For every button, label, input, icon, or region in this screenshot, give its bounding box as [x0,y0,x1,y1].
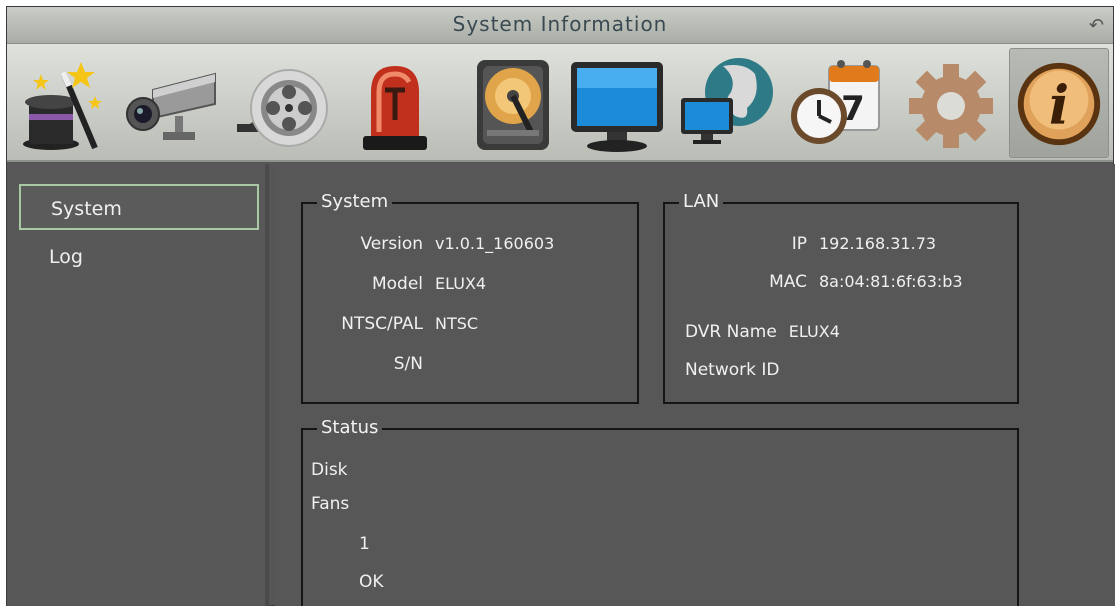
serial-number-row: S/N [309,354,435,374]
ntsc-pal-label: NTSC/PAL [341,314,423,334]
back-arrow-icon[interactable]: ↶ [1089,9,1105,43]
disk-label: Disk [311,460,348,480]
wizard-icon[interactable] [11,52,111,156]
dvr-name-label: DVR Name [685,322,777,342]
monitor-icon[interactable] [567,52,667,156]
mac-row: MAC 8a:04:81:6f:63:b3 [671,272,963,292]
alarm-light-icon[interactable] [347,52,447,156]
sidebar-item-label: System [51,198,122,220]
main-toolbar: 7 i [7,44,1113,162]
lan-group-title: LAN [679,190,724,214]
sidebar-item-system[interactable]: System [19,184,259,230]
ntsc-pal-row: NTSC/PAL NTSC [309,314,478,334]
model-label: Model [371,274,423,294]
window-title: System Information [452,12,668,36]
info-glyph: i [1049,75,1069,137]
network-globe-icon[interactable] [675,52,775,156]
network-id-label: Network ID [685,360,780,380]
hard-disk-icon[interactable] [463,52,563,156]
ntsc-pal-value: NTSC [435,314,479,333]
sidebar-item-label: Log [49,246,83,268]
app-window: System Information ↶ 7 i System Log Syst… [6,6,1115,606]
system-group: System Version v1.0.1_160603 Model ELUX4 N… [301,190,639,404]
fans-label: Fans [311,494,350,514]
serial-number-label: S/N [393,354,423,374]
main-content: System Version v1.0.1_160603 Model ELUX4 N… [275,164,1115,606]
model-value: ELUX4 [435,274,487,293]
status-group-title: Status [317,416,383,440]
dvr-name-row: DVR Name ELUX4 [685,322,840,342]
settings-gear-icon[interactable] [901,52,1001,156]
record-reel-icon[interactable] [229,52,329,156]
fan-number: 1 [359,534,370,554]
ip-row: IP 192.168.31.73 [671,234,936,254]
version-value: v1.0.1_160603 [435,234,555,253]
schedule-calendar-icon[interactable]: 7 [785,52,885,156]
ip-value: 192.168.31.73 [819,234,937,253]
model-row: Model ELUX4 [309,274,486,294]
camera-icon[interactable] [119,52,219,156]
status-group: Status Disk Fans 1 OK [301,416,1019,606]
system-group-title: System [317,190,393,214]
sidebar: System Log [7,164,269,606]
network-id-row: Network ID [685,360,792,380]
fan-status: OK [359,572,384,592]
mac-label: MAC [769,272,807,292]
version-label: Version [360,234,423,254]
info-icon[interactable]: i [1009,48,1109,158]
sidebar-item-log[interactable]: Log [19,234,259,280]
mac-value: 8a:04:81:6f:63:b3 [819,272,963,291]
title-bar: System Information ↶ [7,7,1113,44]
dvr-name-value: ELUX4 [788,322,840,341]
lan-group: LAN IP 192.168.31.73 MAC 8a:04:81:6f:63:b3… [663,190,1019,404]
version-row: Version v1.0.1_160603 [309,234,554,254]
ip-label: IP [791,234,807,254]
